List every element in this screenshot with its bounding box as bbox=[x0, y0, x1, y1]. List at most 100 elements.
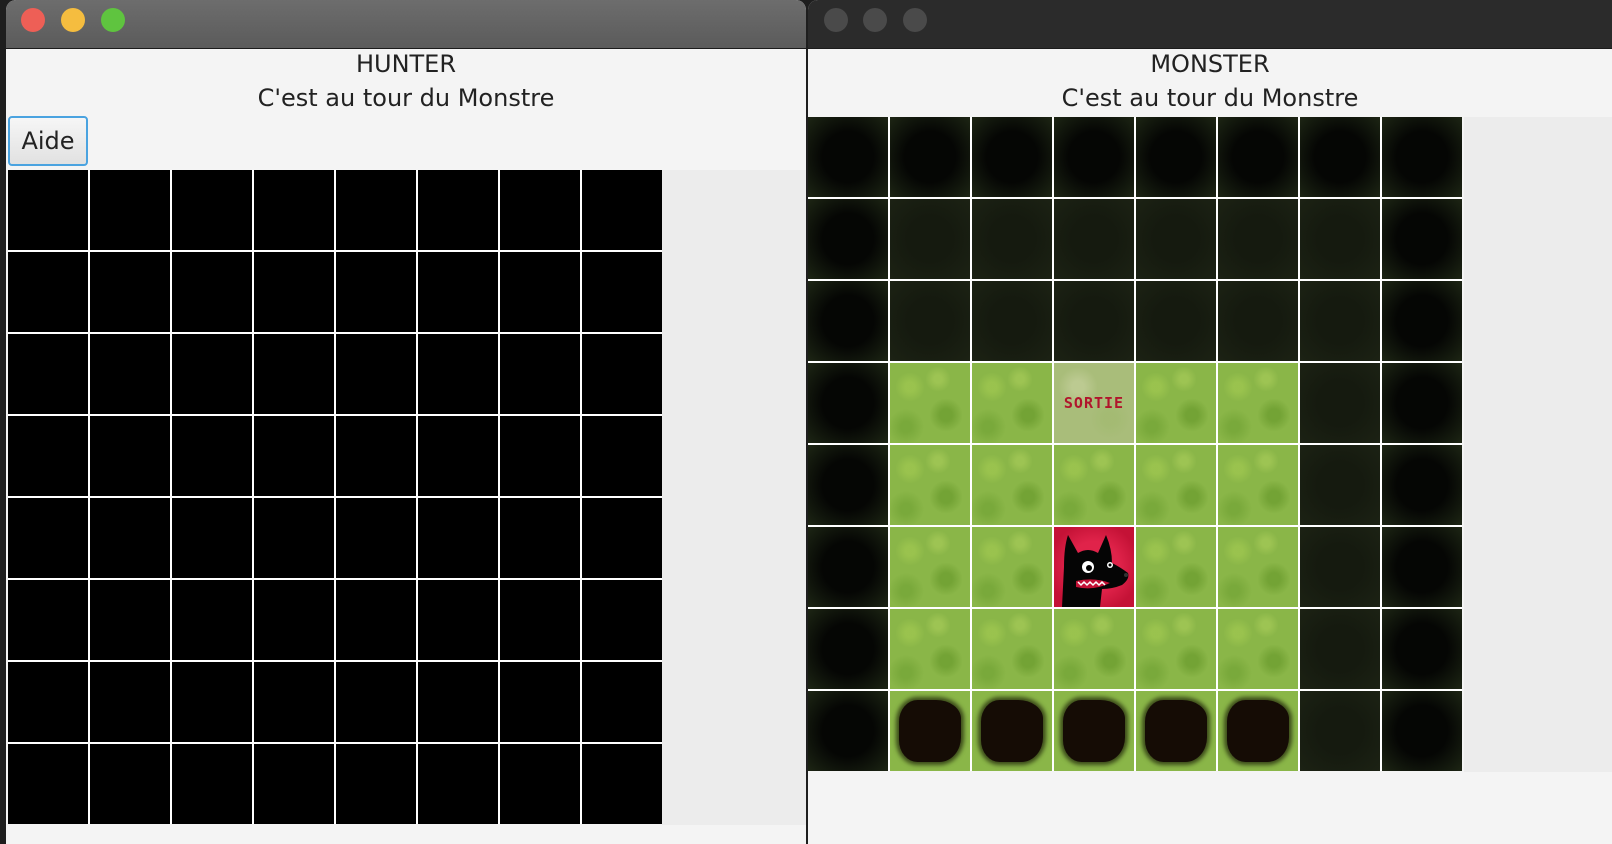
grass-cell[interactable] bbox=[890, 445, 970, 525]
close-window-button[interactable] bbox=[824, 8, 848, 32]
grass-cell[interactable] bbox=[890, 527, 970, 607]
wall-cell[interactable] bbox=[1382, 609, 1462, 689]
hunter-cell[interactable] bbox=[172, 662, 252, 742]
pit-cell[interactable] bbox=[1054, 691, 1134, 771]
hunter-cell[interactable] bbox=[336, 170, 416, 250]
wall-cell[interactable] bbox=[808, 281, 888, 361]
wall-cell[interactable] bbox=[1136, 117, 1216, 197]
grass-cell[interactable] bbox=[1218, 363, 1298, 443]
grass-cell[interactable] bbox=[1054, 609, 1134, 689]
hunter-cell[interactable] bbox=[500, 498, 580, 578]
hunter-cell[interactable] bbox=[8, 334, 88, 414]
hunter-cell[interactable] bbox=[8, 498, 88, 578]
hunter-cell[interactable] bbox=[418, 170, 498, 250]
hunter-cell[interactable] bbox=[8, 744, 88, 824]
hunter-cell[interactable] bbox=[500, 170, 580, 250]
hunter-cell[interactable] bbox=[582, 170, 662, 250]
hunter-cell[interactable] bbox=[582, 334, 662, 414]
hunter-cell[interactable] bbox=[254, 580, 334, 660]
wall-cell[interactable] bbox=[1218, 117, 1298, 197]
wall-cell[interactable] bbox=[808, 609, 888, 689]
wall-cell[interactable] bbox=[1382, 281, 1462, 361]
dark-cell[interactable] bbox=[1300, 363, 1380, 443]
hunter-cell[interactable] bbox=[582, 416, 662, 496]
hunter-cell[interactable] bbox=[336, 252, 416, 332]
wall-cell[interactable] bbox=[890, 117, 970, 197]
hunter-cell[interactable] bbox=[254, 498, 334, 578]
hunter-cell[interactable] bbox=[500, 662, 580, 742]
hunter-cell[interactable] bbox=[8, 170, 88, 250]
hunter-cell[interactable] bbox=[254, 662, 334, 742]
hunter-cell[interactable] bbox=[500, 334, 580, 414]
hunter-cell[interactable] bbox=[418, 416, 498, 496]
grass-cell[interactable] bbox=[972, 363, 1052, 443]
hunter-cell[interactable] bbox=[8, 416, 88, 496]
hunter-cell[interactable] bbox=[90, 170, 170, 250]
grass-cell[interactable] bbox=[1218, 527, 1298, 607]
hunter-cell[interactable] bbox=[418, 334, 498, 414]
hunter-cell[interactable] bbox=[90, 662, 170, 742]
hunter-cell[interactable] bbox=[336, 580, 416, 660]
hunter-cell[interactable] bbox=[500, 416, 580, 496]
hunter-cell[interactable] bbox=[582, 662, 662, 742]
dark-cell[interactable] bbox=[1300, 199, 1380, 279]
hunter-cell[interactable] bbox=[172, 334, 252, 414]
hunter-cell[interactable] bbox=[172, 416, 252, 496]
wall-cell[interactable] bbox=[1382, 527, 1462, 607]
hunter-cell[interactable] bbox=[254, 170, 334, 250]
dark-cell[interactable] bbox=[1054, 281, 1134, 361]
dark-cell[interactable] bbox=[1136, 281, 1216, 361]
dark-cell[interactable] bbox=[1300, 281, 1380, 361]
hunter-cell[interactable] bbox=[418, 662, 498, 742]
wall-cell[interactable] bbox=[808, 117, 888, 197]
exit-cell[interactable]: SORTIE bbox=[1054, 363, 1134, 443]
hunter-cell[interactable] bbox=[172, 744, 252, 824]
dark-cell[interactable] bbox=[972, 281, 1052, 361]
hunter-cell[interactable] bbox=[336, 662, 416, 742]
dark-cell[interactable] bbox=[1054, 199, 1134, 279]
grass-cell[interactable] bbox=[972, 609, 1052, 689]
grass-cell[interactable] bbox=[890, 363, 970, 443]
dark-cell[interactable] bbox=[1300, 691, 1380, 771]
pit-cell[interactable] bbox=[1136, 691, 1216, 771]
grass-cell[interactable] bbox=[1136, 609, 1216, 689]
hunter-cell[interactable] bbox=[90, 252, 170, 332]
wall-cell[interactable] bbox=[1382, 117, 1462, 197]
dark-cell[interactable] bbox=[1136, 199, 1216, 279]
hunter-cell[interactable] bbox=[8, 662, 88, 742]
grass-cell[interactable] bbox=[1136, 363, 1216, 443]
close-window-button[interactable] bbox=[21, 8, 45, 32]
hunter-cell[interactable] bbox=[336, 744, 416, 824]
hunter-cell[interactable] bbox=[90, 580, 170, 660]
dark-cell[interactable] bbox=[890, 281, 970, 361]
hunter-cell[interactable] bbox=[418, 252, 498, 332]
hunter-cell[interactable] bbox=[582, 498, 662, 578]
wall-cell[interactable] bbox=[1054, 117, 1134, 197]
grass-cell[interactable] bbox=[1136, 445, 1216, 525]
hunter-cell[interactable] bbox=[172, 252, 252, 332]
hunter-cell[interactable] bbox=[172, 498, 252, 578]
pit-cell[interactable] bbox=[890, 691, 970, 771]
hunter-cell[interactable] bbox=[90, 416, 170, 496]
grass-cell[interactable] bbox=[972, 527, 1052, 607]
hunter-cell[interactable] bbox=[90, 334, 170, 414]
dark-cell[interactable] bbox=[890, 199, 970, 279]
hunter-cell[interactable] bbox=[500, 252, 580, 332]
hunter-cell[interactable] bbox=[418, 744, 498, 824]
wall-cell[interactable] bbox=[808, 527, 888, 607]
pit-cell[interactable] bbox=[1218, 691, 1298, 771]
hunter-cell[interactable] bbox=[90, 744, 170, 824]
hunter-cell[interactable] bbox=[336, 334, 416, 414]
wall-cell[interactable] bbox=[1382, 445, 1462, 525]
wall-cell[interactable] bbox=[808, 363, 888, 443]
zoom-window-button[interactable] bbox=[101, 8, 125, 32]
dark-cell[interactable] bbox=[972, 199, 1052, 279]
minimize-window-button[interactable] bbox=[863, 8, 887, 32]
hunter-cell[interactable] bbox=[254, 416, 334, 496]
hunter-cell[interactable] bbox=[336, 498, 416, 578]
grass-cell[interactable] bbox=[890, 609, 970, 689]
wall-cell[interactable] bbox=[808, 199, 888, 279]
wall-cell[interactable] bbox=[972, 117, 1052, 197]
hunter-cell[interactable] bbox=[336, 416, 416, 496]
hunter-cell[interactable] bbox=[254, 252, 334, 332]
